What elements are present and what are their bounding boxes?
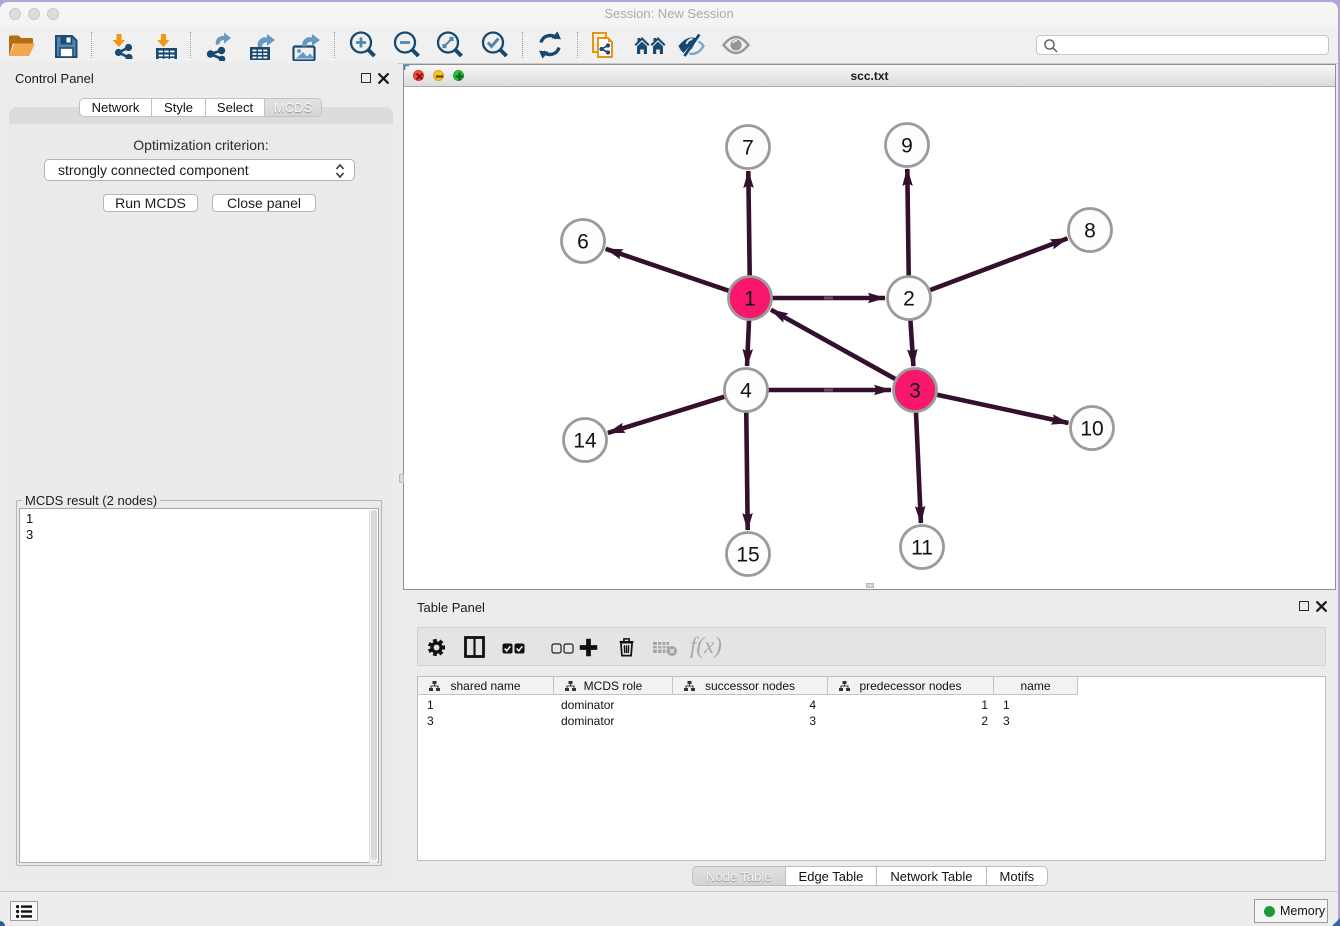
svg-text:10: 10 [1080, 418, 1103, 441]
svg-text:14: 14 [573, 430, 597, 453]
svg-text:15: 15 [736, 544, 759, 567]
svg-text:2: 2 [903, 288, 915, 311]
svg-text:1: 1 [744, 288, 756, 311]
svg-text:7: 7 [742, 137, 754, 160]
svg-text:4: 4 [740, 380, 752, 403]
svg-text:9: 9 [901, 135, 913, 158]
svg-text:8: 8 [1084, 220, 1096, 243]
svg-text:3: 3 [909, 380, 921, 403]
svg-text:6: 6 [577, 231, 589, 254]
svg-text:11: 11 [911, 537, 933, 560]
